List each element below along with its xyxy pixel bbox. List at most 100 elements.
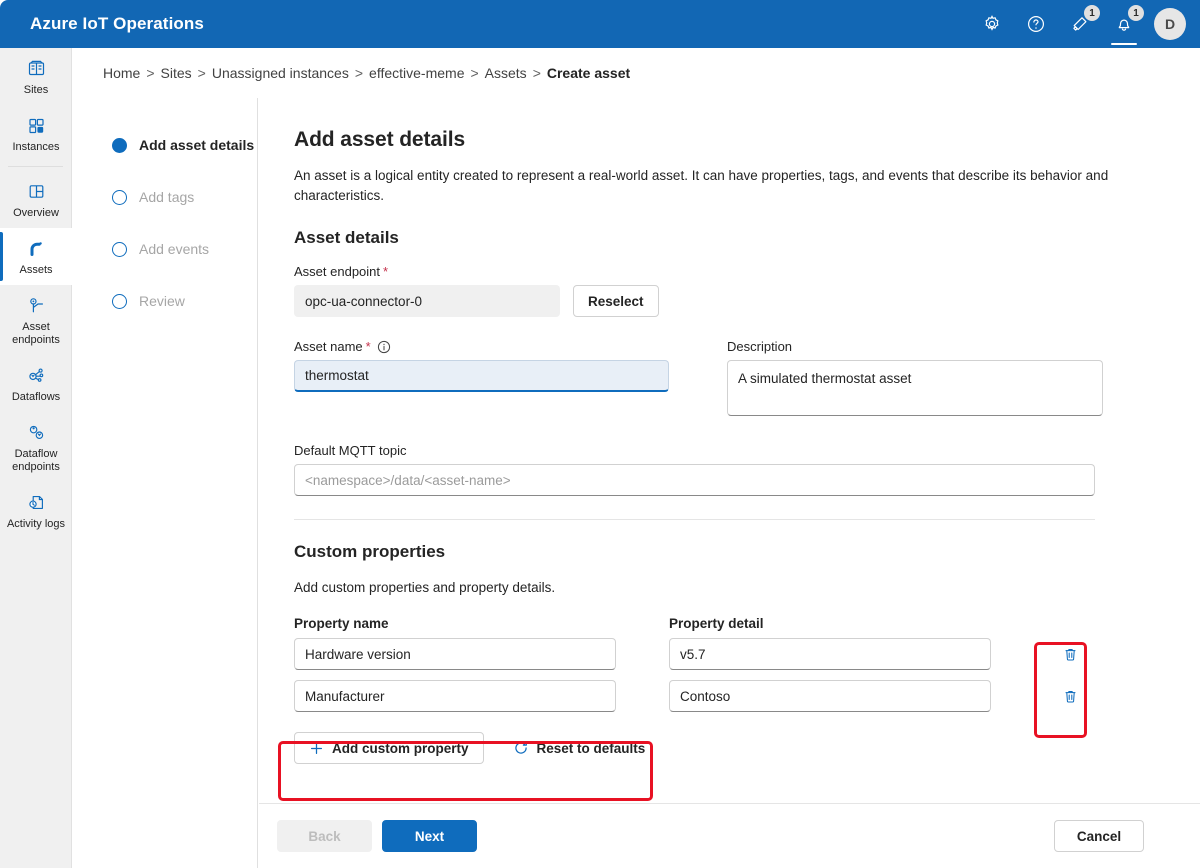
breadcrumb: Home > Sites > Unassigned instances > ef…: [72, 48, 1200, 98]
wizard-steps: Add asset details Add tags Add events Re…: [72, 98, 258, 868]
sidebar-item-label: Sites: [23, 84, 49, 96]
asset-name-label: Asset name *: [294, 339, 669, 354]
description-textarea[interactable]: [727, 360, 1103, 416]
breadcrumb-separator: >: [354, 65, 364, 81]
info-icon[interactable]: [377, 340, 391, 354]
wizard-step-label: Add events: [139, 241, 210, 257]
mqtt-topic-label-text: Default MQTT topic: [294, 443, 407, 458]
sidebar-item-instances[interactable]: Instances: [0, 105, 72, 162]
sidebar-item-label: Instances: [12, 141, 60, 153]
wizard-step-add-tags[interactable]: Add tags: [72, 182, 257, 212]
wizard-step-label: Add tags: [139, 189, 195, 205]
column-header-property-detail: Property detail: [669, 616, 764, 631]
mqtt-topic-group: Default MQTT topic <namespace>/data/<ass…: [294, 443, 1095, 496]
description-label-text: Description: [727, 339, 793, 354]
notifications-active-underline: [1111, 42, 1137, 45]
breadcrumb-item-sites[interactable]: Sites: [161, 65, 192, 81]
step-indicator-icon: [112, 137, 127, 153]
wizard-step-add-events[interactable]: Add events: [72, 234, 257, 264]
app-title: Azure IoT Operations: [30, 14, 204, 33]
required-asterisk: *: [383, 264, 389, 279]
sidebar-item-dataflows[interactable]: Dataflows: [0, 355, 72, 412]
custom-properties-header-row: Property name Property detail: [294, 616, 1144, 631]
app-header: Azure IoT Operations 1 1 D: [0, 0, 1200, 48]
delete-property-button[interactable]: [1055, 680, 1087, 712]
wizard-step-add-asset-details[interactable]: Add asset details: [72, 130, 257, 160]
announcements-icon[interactable]: 1: [1058, 0, 1102, 48]
page-description: An asset is a logical entity created to …: [294, 168, 1109, 203]
asset-endpoints-icon: [26, 294, 47, 316]
asset-endpoint-field[interactable]: opc-ua-connector-0: [294, 285, 560, 317]
breadcrumb-separator: >: [146, 65, 155, 81]
property-detail-input[interactable]: Contoso: [669, 680, 991, 712]
sidebar-item-assets[interactable]: Assets: [0, 228, 72, 285]
custom-properties-actions: Add custom property Reset to defaults: [294, 732, 1144, 764]
wizard-footer: Back Next Cancel: [259, 803, 1200, 868]
custom-property-row: Hardware version v5.7: [294, 638, 1144, 670]
sidebar-item-label: Activity logs: [6, 518, 66, 530]
breadcrumb-item-create-asset: Create asset: [546, 65, 631, 81]
next-button[interactable]: Next: [382, 820, 477, 852]
mqtt-topic-input[interactable]: <namespace>/data/<asset-name>: [294, 464, 1095, 496]
sidebar-item-label: Dataflows: [11, 391, 61, 403]
breadcrumb-item-unassigned-instances[interactable]: Unassigned instances: [212, 65, 349, 81]
wizard-step-label: Review: [139, 293, 185, 309]
dataflow-endpoints-icon: [26, 421, 47, 443]
sites-icon: [26, 57, 47, 79]
property-name-input[interactable]: Manufacturer: [294, 680, 616, 712]
cancel-button[interactable]: Cancel: [1054, 820, 1144, 852]
asset-endpoint-label: Asset endpoint *: [294, 264, 1144, 279]
page-title: Add asset details: [294, 128, 466, 151]
sidebar-item-label: Assets: [19, 264, 53, 276]
delete-property-button[interactable]: [1055, 638, 1087, 670]
sidebar: Sites Instances Overview Assets Asset en…: [0, 48, 72, 868]
asset-endpoint-row: opc-ua-connector-0 Reselect: [294, 285, 1144, 317]
add-custom-property-button[interactable]: Add custom property: [294, 732, 484, 764]
wizard-step-label: Add asset details: [139, 137, 255, 153]
sidebar-item-label: Asset endpoints: [12, 321, 60, 346]
section-divider: [294, 519, 1095, 520]
reselect-button[interactable]: Reselect: [573, 285, 659, 317]
breadcrumb-item-assets[interactable]: Assets: [485, 65, 527, 81]
plus-icon: [309, 741, 324, 756]
sidebar-item-overview[interactable]: Overview: [0, 171, 72, 228]
breadcrumb-separator: >: [197, 65, 206, 81]
avatar[interactable]: D: [1154, 8, 1186, 40]
step-indicator-icon: [112, 189, 127, 205]
settings-icon[interactable]: [970, 0, 1014, 48]
asset-details-heading: Asset details: [294, 228, 399, 247]
back-button[interactable]: Back: [277, 820, 372, 852]
dataflows-icon: [26, 364, 47, 386]
sidebar-item-asset-endpoints[interactable]: Asset endpoints: [0, 285, 72, 355]
step-indicator-icon: [112, 241, 127, 257]
help-icon[interactable]: [1014, 0, 1058, 48]
required-asterisk: *: [365, 339, 371, 354]
sidebar-item-dataflow-endpoints[interactable]: Dataflow endpoints: [0, 412, 72, 482]
property-detail-input[interactable]: v5.7: [669, 638, 991, 670]
description-label: Description: [727, 339, 1103, 354]
asset-name-description-row: Asset name * thermostat Description: [294, 339, 1144, 421]
asset-name-label-text: Asset name: [294, 339, 363, 354]
instances-icon: [26, 114, 47, 136]
custom-properties-description: Add custom properties and property detai…: [294, 580, 556, 595]
assets-icon: [25, 237, 47, 259]
notifications-icon[interactable]: 1: [1102, 0, 1146, 48]
asset-endpoint-label-text: Asset endpoint: [294, 264, 381, 279]
notifications-badge: 1: [1128, 5, 1144, 21]
sidebar-divider: [8, 166, 63, 167]
sidebar-item-activity-logs[interactable]: Activity logs: [0, 482, 72, 539]
column-header-property-name: Property name: [294, 616, 389, 631]
sidebar-item-label: Dataflow endpoints: [12, 448, 60, 473]
activity-logs-icon: [26, 491, 47, 513]
sidebar-item-sites[interactable]: Sites: [0, 48, 72, 105]
reset-to-defaults-label: Reset to defaults: [536, 740, 646, 756]
asset-name-input[interactable]: thermostat: [294, 360, 669, 392]
mqtt-topic-label: Default MQTT topic: [294, 443, 1095, 458]
breadcrumb-item-home[interactable]: Home: [103, 65, 140, 81]
breadcrumb-item-effective-meme[interactable]: effective-meme: [369, 65, 464, 81]
main-content: Add asset details An asset is a logical …: [259, 98, 1200, 803]
custom-properties-heading: Custom properties: [294, 542, 446, 561]
wizard-step-review[interactable]: Review: [72, 286, 257, 316]
reset-to-defaults-button[interactable]: Reset to defaults: [498, 732, 661, 764]
property-name-input[interactable]: Hardware version: [294, 638, 616, 670]
